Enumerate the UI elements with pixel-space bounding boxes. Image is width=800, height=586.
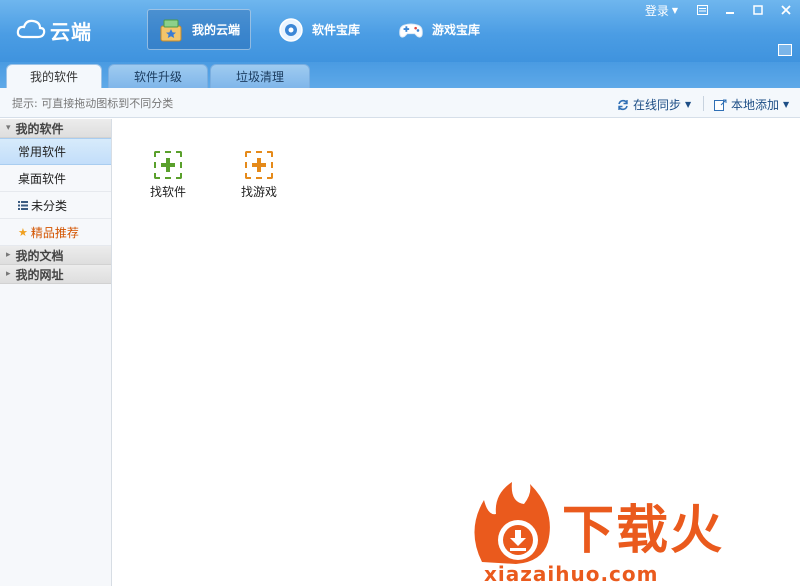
sync-icon bbox=[618, 99, 628, 110]
group-my-urls-label: 我的网址 bbox=[15, 267, 64, 282]
nav-my-cloud[interactable]: 我的云端 bbox=[147, 9, 252, 50]
caret-down-icon: ▼ bbox=[685, 100, 692, 109]
chevron-right-icon: ▸ bbox=[6, 250, 11, 260]
nav-software-library-label: 软件宝库 bbox=[312, 23, 361, 37]
online-sync-label: 在线同步 bbox=[633, 98, 682, 112]
nav-game-library[interactable]: 游戏宝库 bbox=[388, 9, 490, 50]
login-label: 登录 bbox=[644, 3, 669, 18]
online-sync-button[interactable]: 在线同步 ▼ bbox=[617, 96, 691, 113]
sidebar-item-label: 常用软件 bbox=[18, 145, 67, 159]
hint-bar: 提示: 可直接拖动图标到不同分类 在线同步 ▼ 本地添加 ▼ bbox=[0, 88, 800, 118]
tab-junk-cleanup-label: 垃圾清理 bbox=[235, 70, 284, 84]
hint-text: 提示: 可直接拖动图标到不同分类 bbox=[12, 96, 174, 110]
group-my-documents-label: 我的文档 bbox=[15, 248, 64, 263]
sidebar: ▾ 我的软件 常用软件 桌面软件 未分类 ★ 精品推荐 ▸ 我的文档 ▸ 我的网… bbox=[0, 119, 112, 586]
sidebar-item-label: 精品推荐 bbox=[30, 225, 79, 240]
minimize-button[interactable] bbox=[716, 0, 744, 20]
app-logo-text: 云端 bbox=[50, 19, 92, 44]
flame-download-icon bbox=[474, 482, 550, 564]
find-software-label: 找软件 bbox=[149, 185, 186, 199]
chevron-right-icon: ▸ bbox=[6, 269, 11, 279]
watermark-url: xiazaihuo.com bbox=[484, 562, 659, 586]
disc-icon bbox=[278, 17, 304, 43]
watermark-logo: 下载火 xiazaihuo.com bbox=[472, 480, 800, 586]
group-my-urls[interactable]: ▸ 我的网址 bbox=[0, 265, 111, 284]
sidebar-item-desktop-software[interactable]: 桌面软件 bbox=[0, 165, 111, 192]
add-orange-icon bbox=[245, 151, 273, 179]
group-my-software[interactable]: ▾ 我的软件 bbox=[0, 119, 111, 138]
maximize-icon bbox=[753, 5, 763, 15]
tab-software-upgrade-label: 软件升级 bbox=[133, 70, 182, 84]
sidebar-item-label: 桌面软件 bbox=[18, 171, 67, 186]
sidebar-item-label: 未分类 bbox=[31, 198, 68, 213]
login-button[interactable]: 登录 ▼ bbox=[645, 2, 678, 19]
nav-game-library-label: 游戏宝库 bbox=[432, 23, 481, 37]
list-icon bbox=[18, 200, 28, 210]
add-file-icon bbox=[714, 99, 727, 111]
close-icon bbox=[781, 5, 791, 15]
local-add-button[interactable]: 本地添加 ▼ bbox=[714, 96, 789, 113]
sidebar-item-recommended[interactable]: ★ 精品推荐 bbox=[0, 219, 111, 246]
gamepad-icon bbox=[398, 17, 424, 43]
watermark-title: 下载火 bbox=[562, 501, 725, 561]
caret-down-icon: ▼ bbox=[671, 5, 678, 15]
skin-button[interactable] bbox=[778, 44, 792, 56]
group-my-documents[interactable]: ▸ 我的文档 bbox=[0, 246, 111, 265]
star-icon: ★ bbox=[18, 225, 28, 239]
caret-down-icon: ▼ bbox=[783, 100, 790, 109]
minimize-icon bbox=[726, 12, 734, 14]
group-my-software-label: 我的软件 bbox=[15, 121, 64, 136]
sidebar-item-uncategorized[interactable]: 未分类 bbox=[0, 192, 111, 219]
box-star-icon bbox=[158, 17, 184, 43]
chevron-down-icon: ▾ bbox=[6, 123, 11, 133]
sidebar-item-common-software[interactable]: 常用软件 bbox=[0, 138, 111, 165]
tab-bar: 我的软件 软件升级 垃圾清理 bbox=[0, 62, 800, 88]
window-controls: 登录 ▼ bbox=[645, 0, 800, 20]
tab-my-software-label: 我的软件 bbox=[29, 70, 78, 84]
tab-my-software[interactable]: 我的软件 bbox=[6, 64, 102, 88]
tab-junk-cleanup[interactable]: 垃圾清理 bbox=[210, 64, 310, 88]
close-button[interactable] bbox=[772, 0, 800, 20]
menu-icon bbox=[696, 5, 708, 15]
find-game-tile[interactable]: 找游戏 bbox=[229, 151, 289, 200]
find-software-tile[interactable]: 找软件 bbox=[138, 151, 198, 200]
menu-button[interactable] bbox=[688, 0, 716, 20]
nav-my-cloud-label: 我的云端 bbox=[192, 23, 241, 37]
maximize-button[interactable] bbox=[744, 0, 772, 20]
find-game-label: 找游戏 bbox=[240, 185, 277, 199]
title-bar: 云端 我的云端 软件宝库 游戏宝库 登录 ▼ bbox=[0, 0, 800, 62]
tab-software-upgrade[interactable]: 软件升级 bbox=[108, 64, 208, 88]
cloud-icon bbox=[16, 18, 46, 43]
add-green-icon bbox=[154, 151, 182, 179]
local-add-label: 本地添加 bbox=[731, 98, 780, 112]
nav-software-library[interactable]: 软件宝库 bbox=[268, 9, 370, 50]
toolbar-divider bbox=[703, 96, 704, 111]
app-logo: 云端 bbox=[16, 16, 92, 44]
